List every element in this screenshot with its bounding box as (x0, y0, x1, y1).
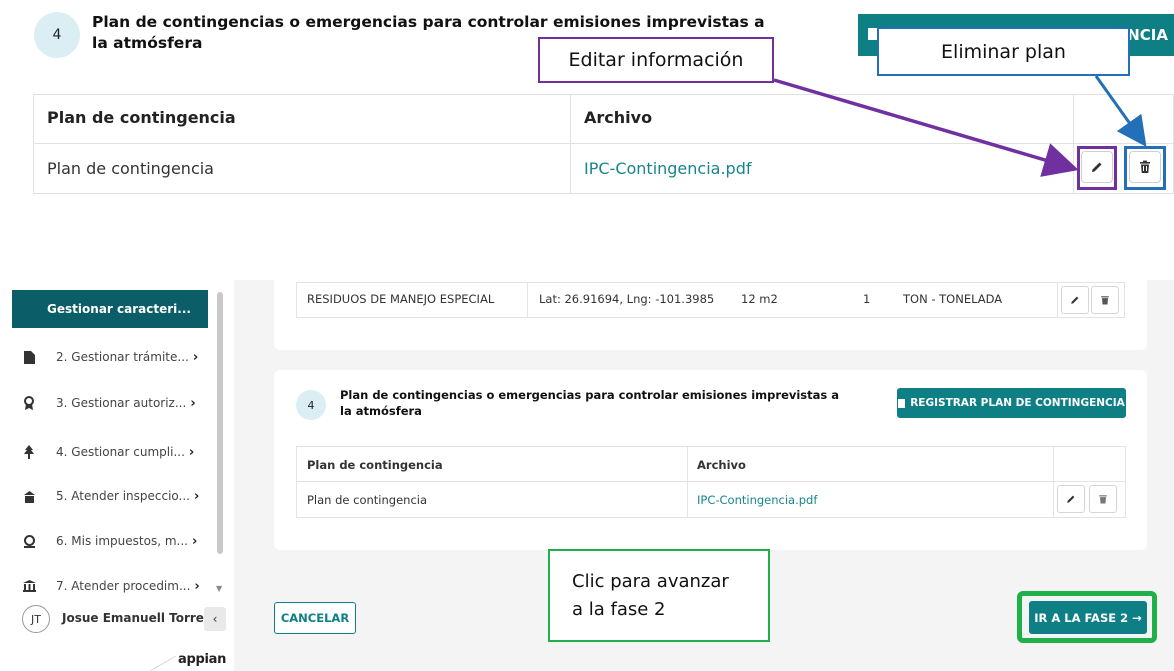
waste-unit: TON - TONELADA (903, 292, 1003, 306)
sidebar-item-autorizaciones[interactable]: 3. Gestionar autoriz... › (22, 392, 218, 414)
trash-icon (1101, 296, 1109, 305)
chevron-right-icon: › (190, 395, 196, 411)
delete-arrow (1094, 75, 1147, 147)
appian-logo: appian (178, 652, 227, 667)
waste-quantity: 1 (863, 292, 871, 306)
inspection-icon (22, 489, 36, 503)
edit-arrow (773, 78, 1079, 177)
sidebar-item-inspecciones[interactable]: 5. Atender inspeccio... › (22, 485, 218, 507)
contingency-card: 4 Plan de contingencias o emergencias pa… (274, 370, 1147, 550)
waste-location: Lat: 26.91694, Lng: -101.3985 (539, 292, 715, 306)
chevron-right-icon: › (188, 444, 195, 460)
award-icon (22, 396, 36, 410)
register-plan-label: REGISTRAR PLAN DE CONTINGENCIA (910, 397, 1125, 409)
money-icon (22, 534, 36, 548)
next-callout-text: Clic para avanzar a la fase 2 (572, 570, 729, 620)
pencil-icon (1071, 296, 1079, 304)
step-number-badge: 4 (296, 390, 326, 420)
edit-button[interactable] (1061, 286, 1089, 314)
delete-button[interactable] (1091, 286, 1119, 314)
tree-icon (22, 445, 36, 459)
sidebar-item-label: 5. Atender inspeccio... (56, 489, 190, 503)
cancel-button[interactable]: CANCELAR (274, 602, 356, 634)
divider (1053, 447, 1054, 517)
sidebar-item-cumplimiento[interactable]: 4. Gestionar cumpli... › (22, 441, 218, 463)
chevron-right-icon: › (192, 349, 199, 365)
waste-card: RESIDUOS DE MANEJO ESPECIAL Lat: 26.9169… (274, 270, 1147, 350)
section-title: Plan de contingencias o emergencias para… (340, 388, 840, 418)
next-callout: Clic para avanzar a la fase 2 (548, 549, 770, 642)
divider (687, 447, 688, 517)
next-phase-button[interactable]: IR A LA FASE 2 → (1029, 601, 1147, 634)
cell-plan: Plan de contingencia (307, 493, 428, 507)
contingency-table: Plan de contingencia Archivo Plan de con… (296, 446, 1126, 518)
document-icon (898, 398, 906, 408)
sidebar-item-label: 3. Gestionar autoriz... (56, 396, 187, 410)
sidebar-item-procedimientos[interactable]: 7. Atender procedim... › (22, 575, 218, 597)
sidebar-item-active[interactable]: Gestionar caracteri... (12, 290, 208, 328)
document-icon (22, 350, 36, 364)
sidebar-item-impuestos[interactable]: 6. Mis impuestos, m... › (22, 530, 218, 552)
trash-icon (1099, 495, 1107, 504)
waste-area: 12 m2 (741, 292, 778, 306)
register-plan-button[interactable]: REGISTRAR PLAN DE CONTINGENCIA (897, 388, 1126, 418)
institution-icon (22, 579, 36, 593)
sidebar-item-label: 4. Gestionar cumpli... (56, 445, 185, 459)
divider (1057, 283, 1058, 317)
sidebar-item-label: 6. Mis impuestos, m... (56, 534, 188, 548)
sidebar-scrollbar[interactable] (217, 292, 223, 554)
avatar[interactable]: JT (22, 605, 50, 633)
waste-type: RESIDUOS DE MANEJO ESPECIAL (307, 292, 495, 306)
chevron-left-icon: ‹ (212, 612, 218, 626)
collapse-sidebar-button[interactable]: ‹ (204, 607, 226, 631)
header-plan: Plan de contingencia (307, 458, 443, 472)
header-file: Archivo (697, 458, 746, 472)
waste-row: RESIDUOS DE MANEJO ESPECIAL Lat: 26.9169… (296, 282, 1125, 318)
chevron-right-icon: › (191, 533, 198, 549)
pencil-icon (1067, 495, 1075, 503)
sidebar-item-label: Gestionar caracteri... (47, 302, 191, 316)
edit-button[interactable] (1057, 485, 1085, 513)
sidebar-item-tramites[interactable]: 2. Gestionar trámite... › (22, 346, 218, 368)
user-name: Josue Emanuell Torres (62, 611, 212, 625)
sidebar-item-label: 7. Atender procedim... (56, 579, 191, 593)
file-link[interactable]: IPC-Contingencia.pdf (697, 493, 817, 507)
divider (297, 481, 1125, 482)
divider (149, 655, 177, 671)
sidebar-item-label: 2. Gestionar trámite... (56, 350, 189, 364)
divider (527, 283, 528, 317)
delete-button[interactable] (1089, 485, 1117, 513)
chevron-right-icon: › (194, 488, 200, 504)
scroll-down-icon[interactable]: ▼ (216, 584, 222, 593)
chevron-right-icon: › (194, 578, 200, 594)
